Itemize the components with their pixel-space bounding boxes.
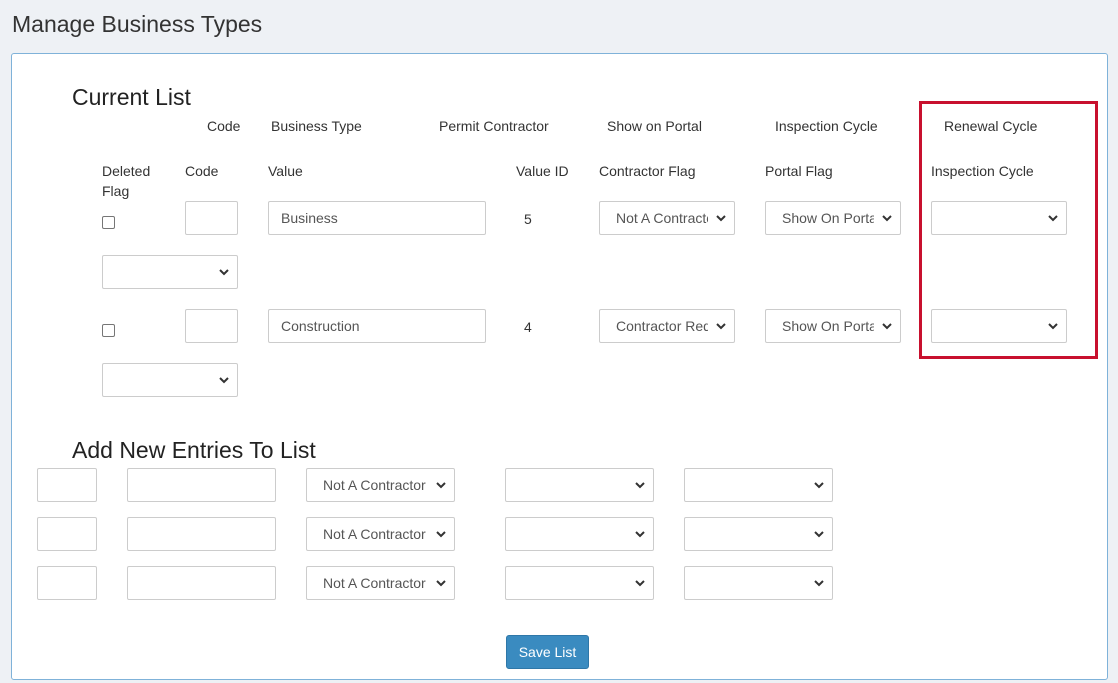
header-show-on-portal: Show on Portal — [607, 118, 702, 134]
chevron-down-icon — [882, 215, 892, 222]
chevron-down-icon — [882, 323, 892, 330]
chevron-down-icon — [814, 482, 824, 489]
code-input[interactable] — [185, 309, 238, 343]
select-value: Not A Contractor — [323, 575, 426, 591]
portal-flag-select[interactable]: Show On Portal — [765, 309, 901, 343]
new-contractor-flag-select[interactable]: Not A Contractor — [306, 468, 455, 502]
new-code-input[interactable] — [37, 517, 97, 551]
chevron-down-icon — [716, 215, 726, 222]
select-value: Not A Contractor — [323, 526, 426, 542]
renewal-cycle-select[interactable] — [102, 255, 238, 289]
new-value-input[interactable] — [127, 517, 276, 551]
chevron-down-icon — [219, 377, 229, 384]
new-inspection-cycle-select[interactable] — [684, 468, 833, 502]
page-title: Manage Business Types — [12, 11, 263, 37]
new-contractor-flag-select[interactable]: Not A Contractor — [306, 566, 455, 600]
portal-flag-select[interactable]: Show On Portal — [765, 201, 901, 235]
header-inspection-cycle: Inspection Cycle — [775, 118, 878, 134]
new-contractor-flag-select[interactable]: Not A Contractor — [306, 517, 455, 551]
chevron-down-icon — [436, 580, 446, 587]
new-portal-flag-select[interactable] — [505, 468, 654, 502]
chevron-down-icon — [219, 269, 229, 276]
header-code: Code — [207, 118, 241, 134]
col-code: Code — [185, 163, 219, 179]
save-list-button[interactable]: Save List — [506, 635, 589, 669]
value-id: 5 — [524, 211, 532, 227]
col-value-id: Value ID — [516, 163, 569, 179]
select-value: Contractor Required — [616, 318, 708, 334]
chevron-down-icon — [635, 580, 645, 587]
contractor-flag-select[interactable]: Contractor Required — [599, 309, 735, 343]
col-value: Value — [268, 163, 303, 179]
chevron-down-icon — [814, 531, 824, 538]
col-contractor-flag: Contractor Flag — [599, 163, 696, 179]
select-value: Not A Contractor — [616, 210, 708, 226]
chevron-down-icon — [436, 531, 446, 538]
select-value: Show On Portal — [782, 318, 874, 334]
col-deleted-flag: Deleted Flag — [102, 163, 151, 199]
renewal-cycle-highlight — [919, 101, 1098, 359]
value-input[interactable]: Construction — [268, 309, 486, 343]
new-portal-flag-select[interactable] — [505, 566, 654, 600]
contractor-flag-select[interactable]: Not A Contractor — [599, 201, 735, 235]
header-permit-contractor: Permit Contractor — [439, 118, 549, 134]
deleted-flag-checkbox[interactable] — [102, 324, 115, 337]
chevron-down-icon — [635, 482, 645, 489]
new-inspection-cycle-select[interactable] — [684, 566, 833, 600]
new-portal-flag-select[interactable] — [505, 517, 654, 551]
new-value-input[interactable] — [127, 468, 276, 502]
chevron-down-icon — [436, 482, 446, 489]
select-value: Not A Contractor — [323, 477, 426, 493]
select-value: Show On Portal — [782, 210, 874, 226]
chevron-down-icon — [716, 323, 726, 330]
current-list-title: Current List — [72, 84, 191, 110]
new-inspection-cycle-select[interactable] — [684, 517, 833, 551]
deleted-flag-checkbox[interactable] — [102, 216, 115, 229]
header-business-type: Business Type — [271, 118, 362, 134]
chevron-down-icon — [635, 531, 645, 538]
col-portal-flag: Portal Flag — [765, 163, 833, 179]
renewal-cycle-select[interactable] — [102, 363, 238, 397]
value-id: 4 — [524, 319, 532, 335]
add-new-title: Add New Entries To List — [72, 437, 316, 463]
new-code-input[interactable] — [37, 468, 97, 502]
chevron-down-icon — [814, 580, 824, 587]
new-code-input[interactable] — [37, 566, 97, 600]
code-input[interactable] — [185, 201, 238, 235]
value-input[interactable]: Business — [268, 201, 486, 235]
new-value-input[interactable] — [127, 566, 276, 600]
